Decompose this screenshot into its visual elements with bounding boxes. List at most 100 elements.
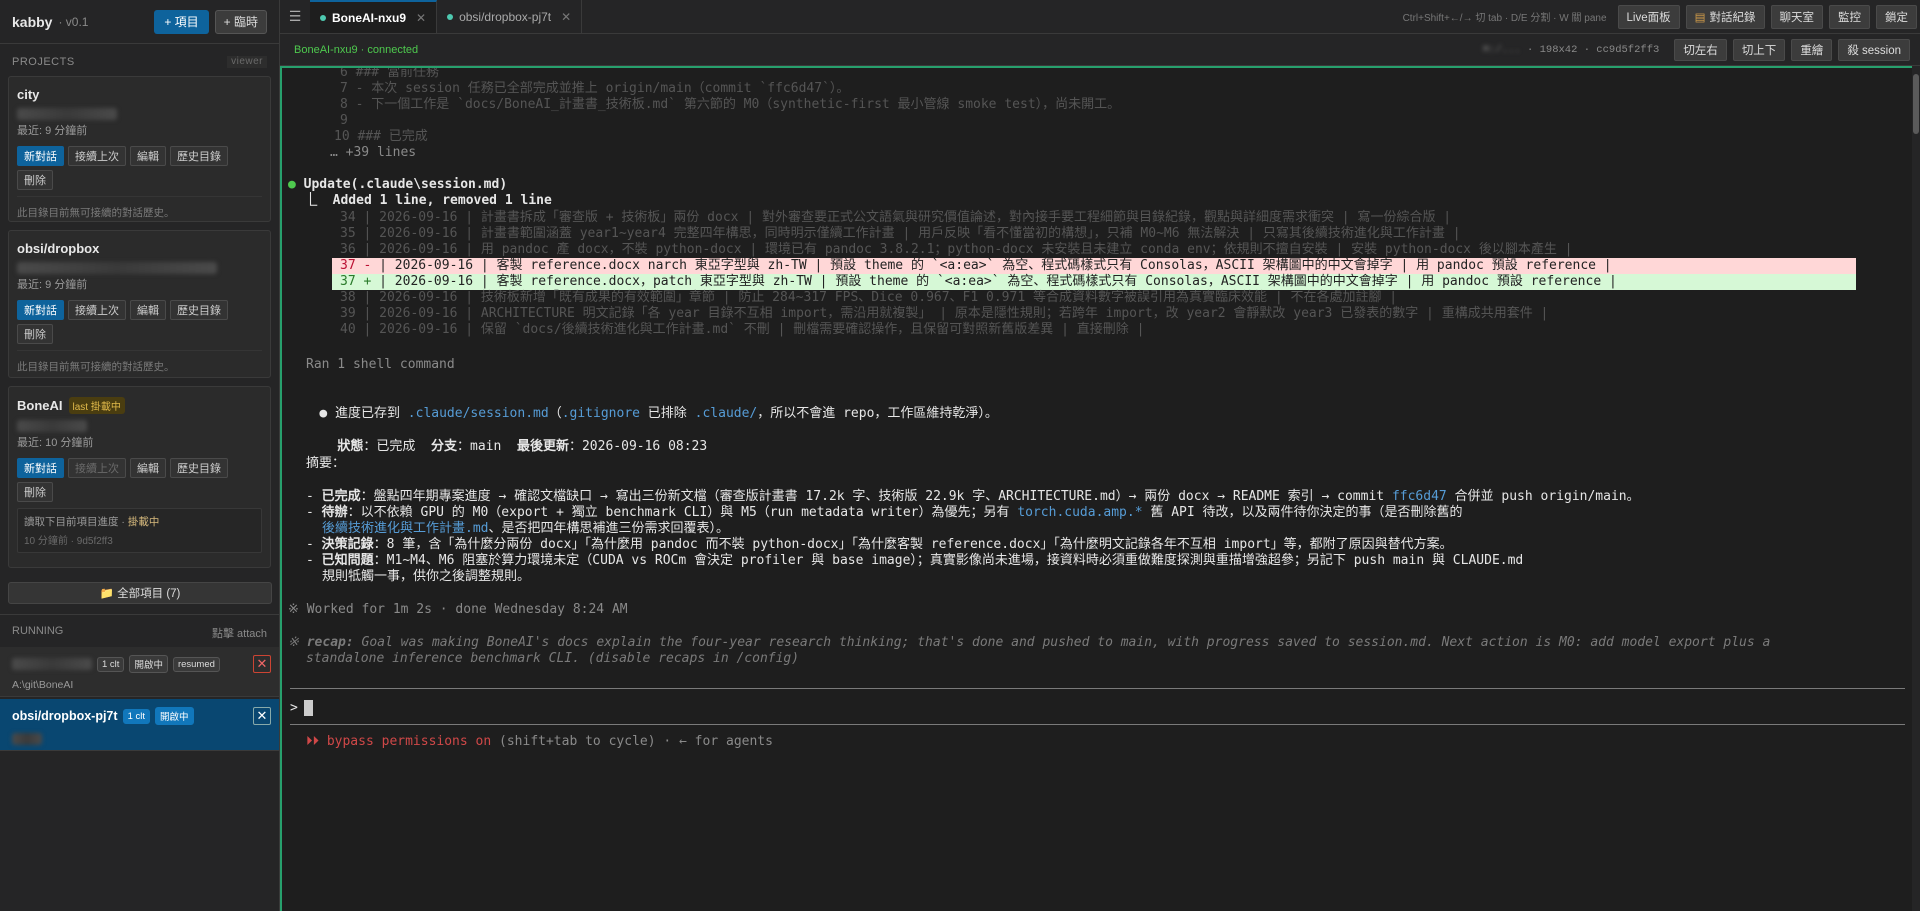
session-status-bar: BoneAI-nxu9 · connected M:/... · 198x42 … [280,34,1920,66]
log-icon: ▤ [1694,12,1706,24]
resume-button[interactable]: 接續上次 [68,458,126,478]
close-icon[interactable]: ✕ [253,707,271,725]
menu-icon[interactable]: ☰ [280,0,310,33]
bullet-text: ：以不依賴 GPU 的 M0（export + 獨立 benchmark CLI… [347,505,1018,520]
tab-boneai-nxu9[interactable]: BoneAI-nxu9 ✕ [310,0,438,33]
update-header: ● Update(.claude\session.md) [288,177,507,193]
app-name: kabby [12,13,53,30]
running-session-item-active[interactable]: obsi/dropbox-pj7t 1 clt 開啟中 ✕ [0,699,279,751]
resumed-pill: resumed [172,656,220,672]
project-actions: 新對話 接續上次 編輯 歷史目錄 刪除 [17,300,262,344]
running-session-item[interactable]: 1 clt 開啟中 resumed A:\git\BoneAI ✕ [0,647,279,697]
chat-log-button[interactable]: ▤ 對話紀錄 [1685,5,1765,29]
new-chat-button[interactable]: 新對話 [17,458,64,478]
project-name: obsi/dropbox [17,241,100,256]
input-bottom-rule [290,724,1905,725]
summary-bullet: - 決策記錄：8 筆，含「為什麼分兩份 docx」「為什麼用 pandoc 而不… [306,537,1453,552]
project-name: BoneAI last 掛載中 [17,397,262,414]
permission-mode-text: ⏵⏵ bypass permissions on [306,734,492,749]
close-icon[interactable]: ✕ [253,655,271,673]
tool-dot-icon: ● [288,177,304,192]
history-button[interactable]: 歷史目錄 [170,300,228,320]
state-pill: 開啟中 [129,655,168,673]
session-meta: M:/... · 198x42 · cc9d5f2ff3 [1483,44,1659,56]
updated-label: 最後更新 [516,439,569,454]
summary-label: 摘要： [306,456,346,471]
lock-button[interactable]: 鎖定 [1876,5,1917,29]
summary-bullet: - 已知問題：M1~M4、M6 阻塞於算力環境未定（CUDA vs ROCm 會… [306,553,1524,568]
state-value: ：已完成 [363,439,431,454]
edit-button[interactable]: 編輯 [130,146,166,166]
project-name: city [17,87,40,102]
live-panel-button[interactable]: Live面板 [1617,5,1680,29]
monitor-button[interactable]: 監控 [1829,5,1870,29]
diff-added-line: 37 + | 2026-09-16 | 客製 reference.docx，pa… [332,274,1856,290]
more-lines: … +39 lines [330,145,417,160]
scrollbar-thumb[interactable] [1913,74,1919,134]
commit-link: ffc6d47 [1391,489,1447,504]
diff-context-line: 36 | 2026-09-16 | 用 pandoc 產 docx，不裝 pyt… [340,242,1573,257]
resume-button[interactable]: 接續上次 [68,300,126,320]
tab-obsi-dropbox-pj7t[interactable]: obsi/dropbox-pj7t ✕ [437,0,583,33]
app-version: · v0.1 [58,14,89,29]
mounted-badge: last 掛載中 [68,397,125,414]
resume-suggestion-status: 掛載中 [127,516,160,528]
running-session-name: obsi/dropbox-pj7t [12,709,118,723]
history-button[interactable]: 歷史目錄 [170,458,228,478]
bullet-text: ：盤點四年期專案進度 → 確認文檔缺口 → 寫出三份新文檔（審查版計畫書 17.… [360,489,1392,504]
prompt-input[interactable]: > [290,700,313,717]
diff-context-line: 38 | 2026-09-16 | 技術板新增「既有成果的有效範圍」章節 | 防… [340,290,1398,305]
delete-button[interactable]: 刪除 [17,482,53,502]
shortcut-hint: Ctrl+Shift+←/→ 切 tab · D/E 分割 · W 關 pane [1402,13,1607,24]
bullet-label: 已知問題 [321,553,374,568]
client-count-pill: 1 clt [122,708,150,724]
bullet-text: 合併並 push origin/main。 [1446,489,1640,504]
update-label: Update(.claude\session.md) [303,177,508,192]
new-chat-button[interactable]: 新對話 [17,300,64,320]
project-recent: 最近: 9 分鐘前 [17,279,88,291]
resume-button[interactable]: 接續上次 [68,146,126,166]
update-summary: ⎿ Added 1 line, removed 1 line [304,193,552,209]
status-dot-icon [447,13,454,20]
terminal-scrollbar[interactable] [1912,66,1920,911]
diff-line-text: | 2026-09-16 | 客製 reference.docx，patch 東… [379,274,1617,289]
chatroom-button[interactable]: 聊天室 [1770,5,1823,29]
split-vertical-button[interactable]: 切上下 [1732,38,1786,61]
session-meta-text: · 198x42 · cc9d5f2ff3 [1526,43,1660,56]
terminal-pane[interactable]: 6 ### 當前任務 7 - 本次 session 任務已全部完成並推上 ori… [280,66,1912,911]
edit-button[interactable]: 編輯 [130,458,166,478]
split-horizontal-button[interactable]: 切左右 [1674,38,1727,61]
new-project-button[interactable]: + 項目 [154,9,209,34]
sidebar-header: kabby · v0.1 + 項目 + 臨時 [0,0,279,44]
resume-suggestion[interactable]: 讀取下目前項目進度 · 掛載中 10 分鐘前 · 9d5f2ff3 [17,508,262,553]
project-card-boneai: BoneAI last 掛載中 最近: 10 分鐘前 新對話 接續上次 編輯 歷… [8,386,271,568]
bullet-label: 待辦 [321,505,348,520]
delete-button[interactable]: 刪除 [17,170,53,190]
close-icon[interactable]: ✕ [561,10,571,24]
kill-session-button[interactable]: 殺 session [1838,38,1910,61]
diff-removed-line: 37 - | 2026-09-16 | 客製 reference.docx na… [332,258,1856,274]
project-recent: 最近: 9 分鐘前 [17,125,88,137]
close-icon[interactable]: ✕ [416,11,426,25]
prompt-symbol: > [290,700,298,716]
redacted-session-name [12,658,92,670]
temp-session-button[interactable]: + 臨時 [214,9,267,34]
projects-label: PROJECTS [12,56,75,68]
redraw-button[interactable]: 重繪 [1791,38,1833,61]
summary-bullet-cont: 規則牴觸一事，供你之後調整規則。 [322,569,531,584]
edit-button[interactable]: 編輯 [130,300,166,320]
saved-text: ，所以不會進 repo，工作區維持乾淨）。 [757,406,998,421]
delete-button[interactable]: 刪除 [17,324,53,344]
tab-label: obsi/dropbox-pj7t [459,9,552,24]
state-line: 狀態：已完成 分支：main 最後更新：2026-09-16 08:23 [306,423,707,471]
terminal-line: 10 ### 已完成 [334,129,428,144]
sidebar: kabby · v0.1 + 項目 + 臨時 PROJECTS viewer c… [0,0,280,911]
terminal-line: 6 ### 當前任務 [340,66,439,80]
project-note: 此目錄目前無可接續的對話歷史。 [17,196,262,226]
new-chat-button[interactable]: 新對話 [17,146,64,166]
saved-text: 已排除 [639,406,695,421]
updated-value: ：2026-09-16 08:23 [568,439,708,454]
gitignore-link: .gitignore [561,406,640,421]
history-button[interactable]: 歷史目錄 [170,146,228,166]
all-projects-button[interactable]: 📁 全部項目 (7) [8,582,272,604]
